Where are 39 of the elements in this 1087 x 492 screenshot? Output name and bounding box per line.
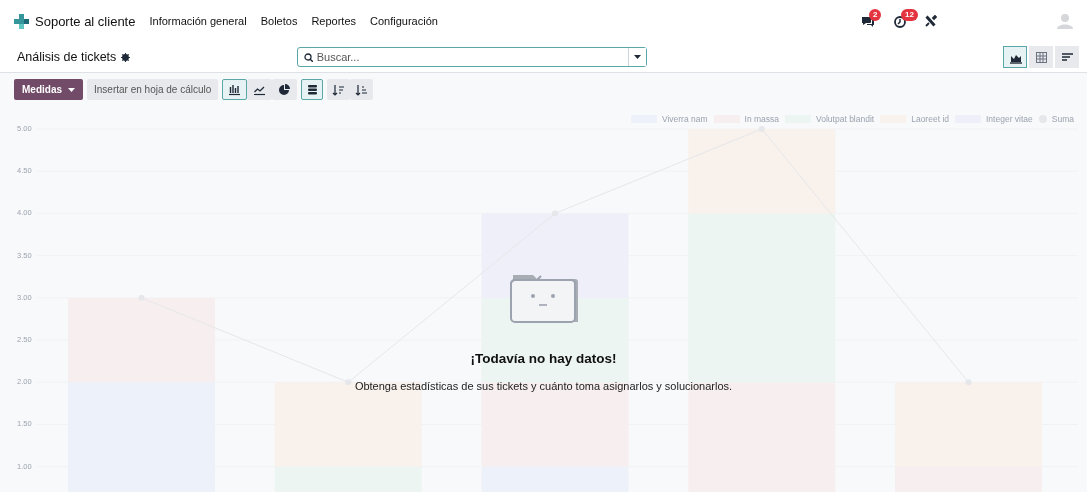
grid-icon — [1034, 50, 1048, 64]
bar-chart-icon — [228, 83, 242, 96]
dropdown-toggle[interactable] — [627, 48, 646, 66]
caret-icon — [633, 55, 641, 59]
gear-icon[interactable] — [121, 52, 131, 62]
chart-type-button[interactable] — [272, 79, 298, 100]
count-badge: 2 — [869, 8, 882, 21]
search-field[interactable]: Buscar... — [316, 51, 628, 63]
empty-description: Obtenga estadísticas de sus tickets y cuánto toma asignarlos y solucionarlos. — [354, 380, 733, 392]
insert-spreadsheet-button[interactable]: Insertar en hoja de cálculo — [87, 79, 219, 100]
search-box[interactable]: Buscar... — [296, 47, 647, 67]
pie-chart-icon — [278, 83, 292, 96]
sort-button[interactable] — [350, 79, 374, 100]
sort-descending-icon — [332, 83, 346, 96]
page-title: Análisis de tickets — [17, 50, 117, 64]
folder-face-icon — [508, 272, 579, 325]
chart-type-button[interactable] — [222, 79, 248, 100]
view-button[interactable] — [1003, 46, 1027, 68]
measures-button[interactable]: Medidas — [14, 79, 83, 100]
tools-icon[interactable] — [925, 15, 937, 27]
sort-button[interactable] — [327, 79, 351, 100]
chart-type-button[interactable] — [247, 79, 273, 100]
menu-item[interactable]: Información general — [149, 15, 247, 27]
view-button[interactable] — [1055, 46, 1079, 68]
empty-title: ¡Todavía no hay datos! — [470, 351, 617, 366]
search-icon — [303, 52, 313, 62]
menu-item[interactable]: Configuración — [370, 15, 438, 27]
count-badge: 12 — [901, 8, 918, 21]
chat-bubbles-icon[interactable] — [861, 14, 875, 28]
stack-icon — [306, 83, 318, 96]
bars-icon — [1060, 50, 1074, 64]
app-logo-icon[interactable] — [14, 13, 29, 29]
caret-icon — [68, 87, 75, 92]
menu-item[interactable]: Boletos — [260, 15, 298, 27]
clock-icon[interactable] — [893, 14, 907, 28]
menu-item[interactable]: Reportes — [311, 15, 357, 27]
stacked-button[interactable] — [301, 79, 324, 100]
sort-ascending-icon — [355, 83, 369, 96]
app-name[interactable]: Soporte al cliente — [35, 13, 136, 29]
